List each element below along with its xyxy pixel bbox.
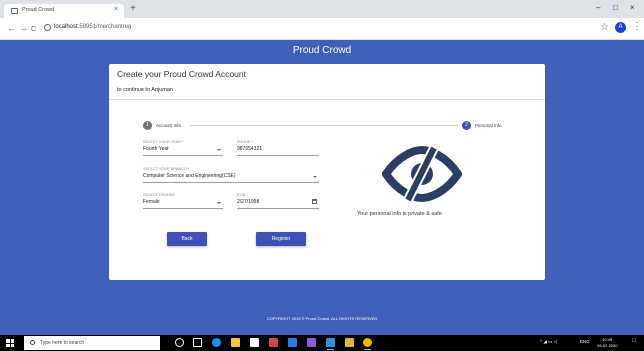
stepper-connector bbox=[190, 125, 458, 126]
reload-button[interactable]: C bbox=[31, 25, 36, 35]
step-1-indicator: 1 bbox=[143, 121, 152, 130]
url-path: :58951/merchantreg bbox=[77, 24, 132, 30]
copyright-footer: COPYRIGHT 2019 © Proud Crowd. ALL RIGHTS… bbox=[266, 316, 378, 321]
language-indicator[interactable]: ENG bbox=[580, 339, 590, 344]
taskbar-search-box[interactable]: Type here to search bbox=[24, 336, 160, 350]
windows-taskbar: Type here to search ^ ◢ ▭ ◁ ENG 10:49 29… bbox=[0, 335, 644, 351]
gender-select[interactable]: Female bbox=[143, 199, 160, 205]
task-view-icon[interactable] bbox=[193, 338, 202, 347]
store-icon[interactable] bbox=[250, 338, 259, 347]
step-2-label: Personal Info bbox=[475, 123, 502, 128]
back-nav-button[interactable]: ← bbox=[7, 23, 16, 33]
browser-tab-bar: Proud Crowd × + – □ × bbox=[0, 0, 644, 18]
step-1-label: Account Info bbox=[156, 123, 182, 128]
bookmark-star-icon[interactable]: ☆ bbox=[600, 22, 609, 33]
year-chevron-down-icon[interactable] bbox=[217, 149, 221, 151]
taskbar-search-placeholder: Type here to search bbox=[40, 340, 85, 346]
profile-avatar[interactable]: A bbox=[615, 22, 626, 33]
card-title: Create your Proud Crowd Account bbox=[117, 69, 246, 79]
tab-title: Proud Crowd bbox=[22, 7, 55, 13]
edge-browser-icon[interactable] bbox=[212, 338, 221, 347]
calendar-icon[interactable] bbox=[312, 199, 317, 204]
gender-chevron-down-icon[interactable] bbox=[217, 202, 221, 204]
browser-tab[interactable]: Proud Crowd × bbox=[4, 4, 124, 18]
windows-icon[interactable] bbox=[6, 339, 14, 347]
branch-chevron-down-icon[interactable] bbox=[313, 176, 317, 178]
minimize-button[interactable]: – bbox=[596, 3, 600, 12]
tray-icons[interactable]: ^ ◢ ▭ ◁ bbox=[540, 339, 557, 345]
register-button[interactable]: Register bbox=[256, 232, 306, 246]
card-subtitle: to continue to Anjuman bbox=[117, 87, 173, 93]
eye-off-icon bbox=[382, 146, 462, 202]
search-icon bbox=[30, 340, 35, 345]
branch-underline bbox=[143, 182, 319, 183]
back-button[interactable]: Back bbox=[167, 232, 207, 246]
phone-label: PHONE * bbox=[237, 140, 254, 144]
step-2-indicator: 2 bbox=[462, 121, 471, 130]
office-icon[interactable] bbox=[269, 338, 278, 347]
taskbar-clock[interactable]: 10:49 29-02-2020 bbox=[597, 337, 617, 348]
branch-label: SELECT YOUR BRANCH * bbox=[143, 167, 190, 171]
forward-nav-button[interactable]: → bbox=[19, 23, 28, 33]
phone-input[interactable]: 987654321 bbox=[237, 146, 262, 152]
gender-label: SELECT GENDER bbox=[143, 193, 176, 197]
new-tab-button[interactable]: + bbox=[130, 4, 136, 14]
notification-icon[interactable]: □ bbox=[632, 338, 636, 344]
brand-title: Proud Crowd bbox=[292, 45, 352, 56]
registration-card: Create your Proud Crowd Account to conti… bbox=[109, 64, 545, 280]
chrome-icon[interactable] bbox=[363, 338, 372, 350]
gender-underline bbox=[143, 208, 223, 209]
page-background: Proud Crowd Create your Proud Crowd Acco… bbox=[0, 40, 644, 335]
page-favicon-icon bbox=[11, 8, 18, 14]
browser-menu-icon[interactable]: ⋮ bbox=[632, 21, 642, 32]
year-label: SELECT YOUR YEAR * bbox=[143, 140, 184, 144]
dob-input[interactable]: 2/27/1998 bbox=[237, 199, 259, 205]
close-window-button[interactable]: × bbox=[630, 3, 635, 12]
site-info-icon[interactable] bbox=[44, 24, 51, 31]
dob-underline bbox=[237, 208, 319, 209]
tab-close-icon[interactable]: × bbox=[114, 6, 118, 13]
card-divider bbox=[109, 99, 545, 100]
app-icon[interactable] bbox=[288, 338, 297, 347]
privacy-message: Your personal info is private & safe bbox=[357, 211, 442, 217]
vscode-icon[interactable] bbox=[326, 338, 335, 350]
clock-date: 29-02-2020 bbox=[597, 342, 618, 348]
file-explorer-icon[interactable] bbox=[231, 338, 240, 347]
address-bar: ← → C localhost:58951/merchantreg ☆ A ⋮ bbox=[0, 18, 644, 40]
year-underline bbox=[143, 155, 223, 156]
visual-studio-icon[interactable] bbox=[307, 338, 316, 347]
url-host: localhost bbox=[54, 24, 78, 30]
phone-underline bbox=[237, 155, 319, 156]
dob-label: DOB * bbox=[237, 193, 248, 197]
branch-select[interactable]: Computer Science and Engineering(CSE) bbox=[143, 173, 236, 179]
maximize-button[interactable]: □ bbox=[613, 3, 618, 12]
sticky-notes-icon[interactable] bbox=[345, 338, 354, 347]
url-field[interactable]: localhost:58951/merchantreg bbox=[54, 24, 131, 30]
year-select[interactable]: Fourth Year bbox=[143, 146, 169, 152]
cortana-icon[interactable] bbox=[175, 338, 184, 347]
